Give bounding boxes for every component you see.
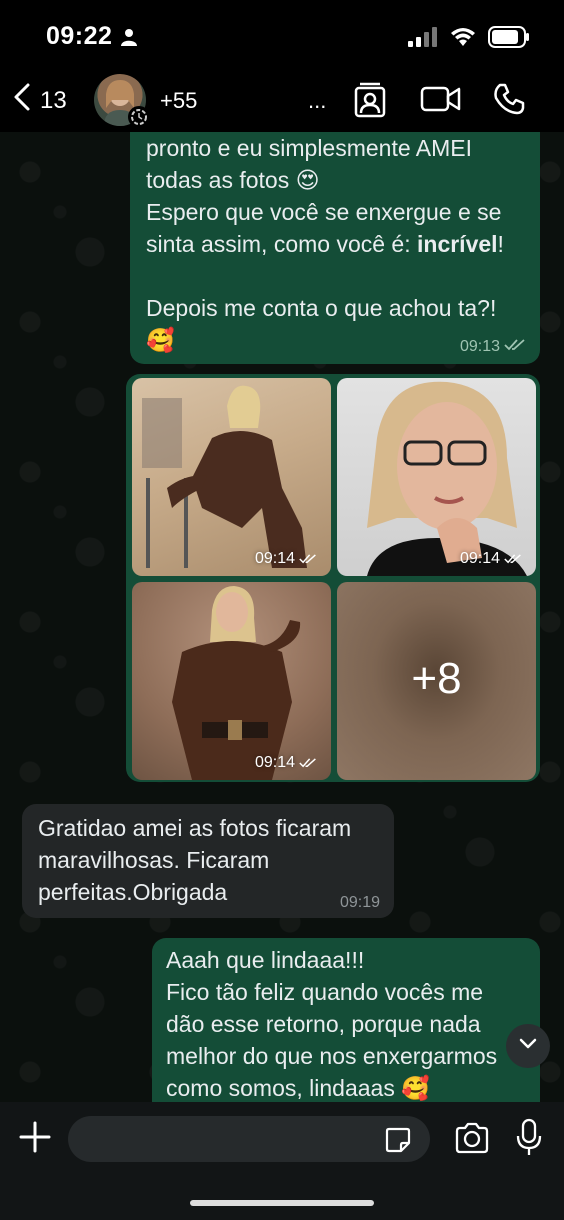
plus-icon[interactable]	[18, 1120, 52, 1159]
photo-thumbnail[interactable]: 09:14	[337, 378, 536, 576]
contact-card-icon[interactable]	[352, 80, 388, 125]
more-photos-tile[interactable]: +8	[337, 582, 536, 780]
contact-name[interactable]: +55	[160, 88, 197, 114]
photo-time: 09:14	[255, 754, 317, 772]
incoming-message[interactable]: Gratidao amei as fotos ficaram maravilho…	[22, 804, 394, 918]
message-text: Aaah que lindaaa!!! Fico tão feliz quand…	[166, 947, 498, 1101]
chevron-left-icon	[12, 82, 32, 119]
home-indicator	[190, 1200, 374, 1206]
battery-icon	[488, 26, 530, 53]
message-bold-text: incrível	[417, 231, 498, 257]
message-time: 09:13	[459, 338, 500, 355]
outgoing-message[interactable]: Aaah que lindaaa!!! Fico tão feliz quand…	[152, 938, 540, 1102]
message-meta: 09:13	[460, 338, 526, 356]
chevron-down-icon	[518, 1037, 538, 1056]
chat-header: 13 +55 ...	[0, 70, 564, 132]
photo-time: 09:14	[460, 550, 522, 568]
double-check-icon	[504, 338, 526, 356]
photo-album-message[interactable]: 09:14 09:14 09:14 +8	[126, 374, 540, 782]
photo-thumbnail[interactable]: 09:14	[132, 582, 331, 780]
video-call-icon[interactable]	[420, 84, 462, 119]
camera-icon[interactable]	[454, 1122, 490, 1159]
status-bar: 09:22	[0, 0, 564, 70]
wifi-icon	[450, 27, 476, 52]
status-ring-icon	[128, 106, 150, 128]
contact-name-ellipsis: ...	[308, 88, 327, 113]
scroll-to-bottom-button[interactable]	[506, 1024, 550, 1068]
more-photos-count: +8	[411, 654, 462, 703]
microphone-icon[interactable]	[516, 1118, 542, 1163]
message-text: pronto e eu simplesmente AMEI todas as f…	[146, 132, 536, 356]
photo-time: 09:14	[255, 550, 317, 568]
message-time: 09:19	[339, 894, 380, 911]
outgoing-message[interactable]: pronto e eu simplesmente AMEI todas as f…	[130, 132, 540, 364]
message-input[interactable]	[68, 1116, 368, 1162]
message-text: Gratidao amei as fotos ficaram maravilho…	[38, 815, 352, 905]
message-meta: 09:19	[340, 894, 380, 912]
person-icon	[120, 28, 138, 51]
signal-icon	[408, 27, 438, 52]
chat-area[interactable]: pronto e eu simplesmente AMEI todas as f…	[0, 132, 564, 1102]
status-icons	[408, 26, 530, 53]
redaction-bar	[210, 84, 308, 116]
status-time: 09:22	[46, 22, 113, 50]
phone-call-icon[interactable]	[492, 82, 526, 121]
sticker-icon[interactable]	[384, 1126, 412, 1159]
back-button[interactable]: 13	[12, 82, 67, 119]
unread-count: 13	[40, 86, 67, 114]
message-input-container[interactable]	[68, 1116, 430, 1162]
photo-thumbnail[interactable]: 09:14	[132, 378, 331, 576]
